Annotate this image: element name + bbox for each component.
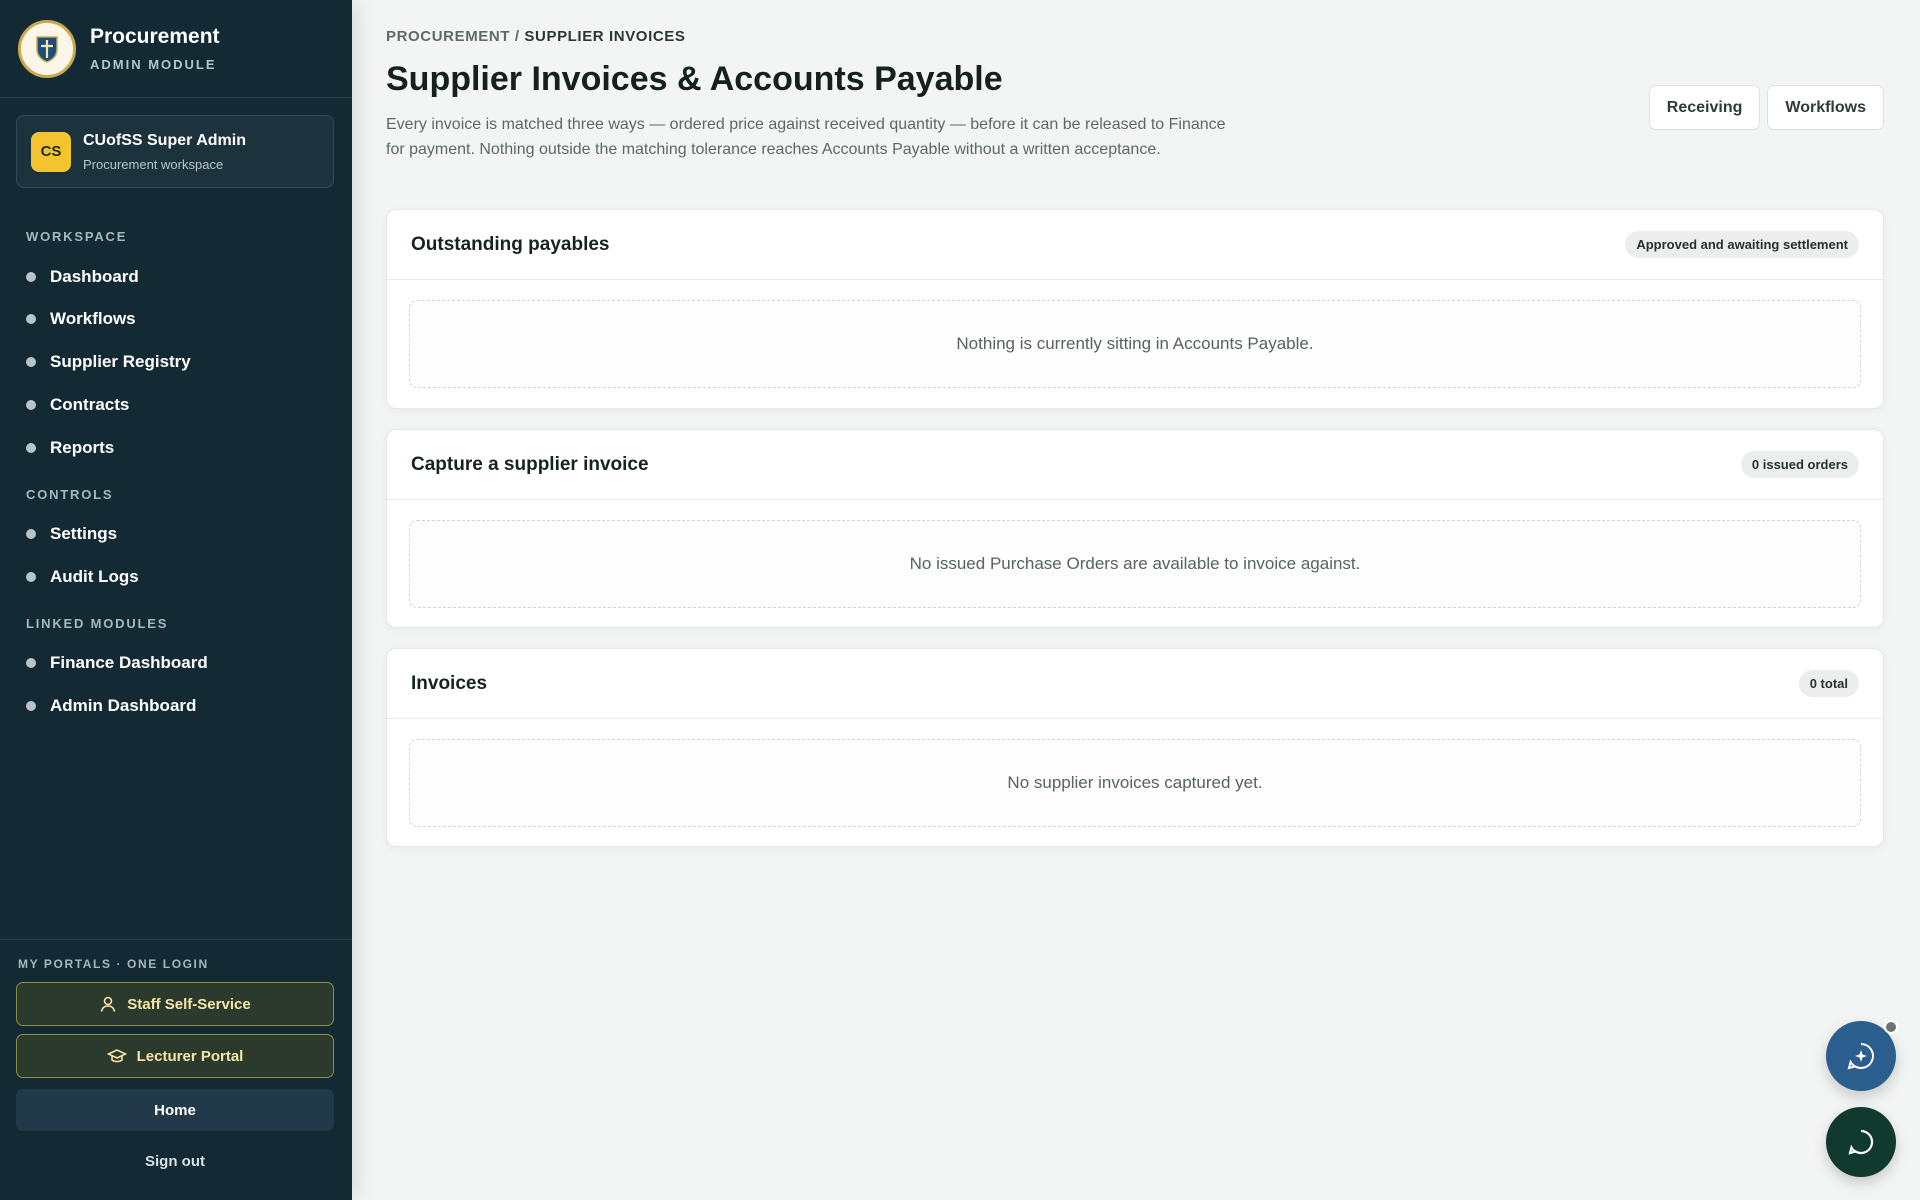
page-title: Supplier Invoices & Accounts Payable — [386, 60, 1003, 98]
empty-state: No issued Purchase Orders are available … — [409, 520, 1861, 608]
count-badge: 0 total — [1798, 670, 1859, 697]
breadcrumb: PROCUREMENT / SUPPLIER INVOICES — [386, 28, 686, 45]
sidebar-item-label: Reports — [50, 438, 115, 457]
sign-out-label: Sign out — [145, 1152, 205, 1170]
breadcrumb-root[interactable]: PROCUREMENT — [386, 28, 510, 45]
card-header: Outstanding payables Approved and awaiti… — [387, 210, 1883, 280]
staff-self-service-button[interactable]: Staff Self-Service — [16, 982, 334, 1026]
sidebar: Procurement ADMIN MODULE CS CUofSS Super… — [0, 0, 352, 1200]
count-badge: 0 issued orders — [1740, 451, 1859, 478]
home-button[interactable]: Home — [16, 1089, 334, 1131]
sidebar-item-audit-logs[interactable]: Audit Logs — [26, 565, 139, 589]
brand-title: Procurement — [90, 25, 220, 48]
sidebar-item-label: Admin Dashboard — [50, 696, 197, 715]
bullet-icon — [26, 314, 36, 324]
avatar: CS — [31, 131, 71, 172]
receiving-button[interactable]: Receiving — [1648, 85, 1761, 130]
brand: Procurement ADMIN MODULE — [0, 0, 352, 98]
status-badge: Approved and awaiting settlement — [1625, 231, 1859, 258]
bullet-icon — [26, 272, 36, 282]
sidebar-item-label: Audit Logs — [50, 567, 139, 586]
sidebar-item-label: Dashboard — [50, 267, 139, 286]
chat-button[interactable] — [1826, 1107, 1896, 1177]
notification-dot — [1884, 1020, 1898, 1034]
sidebar-item-settings[interactable]: Settings — [26, 522, 117, 546]
invoices-card: Invoices 0 total No supplier invoices ca… — [386, 648, 1884, 847]
bullet-icon — [26, 400, 36, 410]
staff-self-service-label: Staff Self-Service — [127, 995, 251, 1013]
nav-section-workspace: WORKSPACE — [26, 229, 128, 244]
lecturer-portal-label: Lecturer Portal — [136, 1047, 244, 1065]
portals-label: MY PORTALS · ONE LOGIN — [18, 957, 209, 971]
sidebar-item-label: Settings — [50, 524, 118, 543]
nav-section-controls: CONTROLS — [26, 487, 114, 502]
sidebar-item-label: Supplier Registry — [50, 352, 191, 371]
bullet-icon — [26, 443, 36, 453]
sidebar-item-dashboard[interactable]: Dashboard — [26, 265, 139, 289]
brand-subtitle: ADMIN MODULE — [90, 57, 217, 72]
breadcrumb-separator: / — [510, 28, 525, 45]
lecturer-portal-button[interactable]: Lecturer Portal — [16, 1034, 334, 1078]
bullet-icon — [26, 701, 36, 711]
user-role: Procurement workspace — [83, 156, 224, 172]
card-header: Capture a supplier invoice 0 issued orde… — [387, 430, 1883, 500]
card-title: Capture a supplier invoice — [411, 453, 649, 475]
sidebar-item-reports[interactable]: Reports — [26, 436, 114, 460]
sidebar-item-label: Workflows — [50, 309, 136, 328]
sidebar-item-label: Contracts — [50, 395, 130, 414]
person-icon — [101, 996, 116, 1012]
chat-bubble-icon — [1848, 1129, 1874, 1155]
header-actions: Receiving Workflows — [1648, 85, 1884, 130]
card-title: Invoices — [411, 672, 488, 694]
home-label: Home — [154, 1101, 196, 1119]
sign-out-button[interactable]: Sign out — [16, 1140, 334, 1182]
sidebar-item-finance-dashboard[interactable]: Finance Dashboard — [26, 651, 208, 675]
breadcrumb-current: SUPPLIER INVOICES — [524, 28, 686, 45]
sidebar-item-workflows[interactable]: Workflows — [26, 307, 136, 331]
sidebar-item-label: Finance Dashboard — [50, 653, 208, 672]
outstanding-payables-card: Outstanding payables Approved and awaiti… — [386, 209, 1884, 409]
bullet-icon — [26, 357, 36, 367]
user-name: CUofSS Super Admin — [83, 131, 246, 149]
bullet-icon — [26, 572, 36, 582]
empty-state: No supplier invoices captured yet. — [409, 739, 1861, 827]
sparkle-chat-icon — [1847, 1043, 1874, 1070]
bullet-icon — [26, 658, 36, 668]
bullet-icon — [26, 529, 36, 539]
crest-icon[interactable] — [18, 19, 76, 78]
sidebar-item-contracts[interactable]: Contracts — [26, 393, 129, 417]
sidebar-item-admin-dashboard[interactable]: Admin Dashboard — [26, 694, 196, 718]
card-title: Outstanding payables — [411, 233, 610, 255]
page-description: Every invoice is matched three ways — or… — [386, 116, 1226, 158]
workflows-button[interactable]: Workflows — [1767, 85, 1884, 130]
capture-invoice-card: Capture a supplier invoice 0 issued orde… — [386, 429, 1884, 628]
empty-state: Nothing is currently sitting in Accounts… — [409, 300, 1861, 388]
card-header: Invoices 0 total — [387, 649, 1883, 719]
nav-section-linked-modules: LINKED MODULES — [26, 616, 169, 631]
divider — [0, 939, 352, 940]
user-card[interactable]: CS CUofSS Super Admin Procurement worksp… — [16, 115, 334, 188]
graduation-cap-icon — [106, 1049, 127, 1063]
sidebar-item-supplier-registry[interactable]: Supplier Registry — [26, 350, 191, 374]
